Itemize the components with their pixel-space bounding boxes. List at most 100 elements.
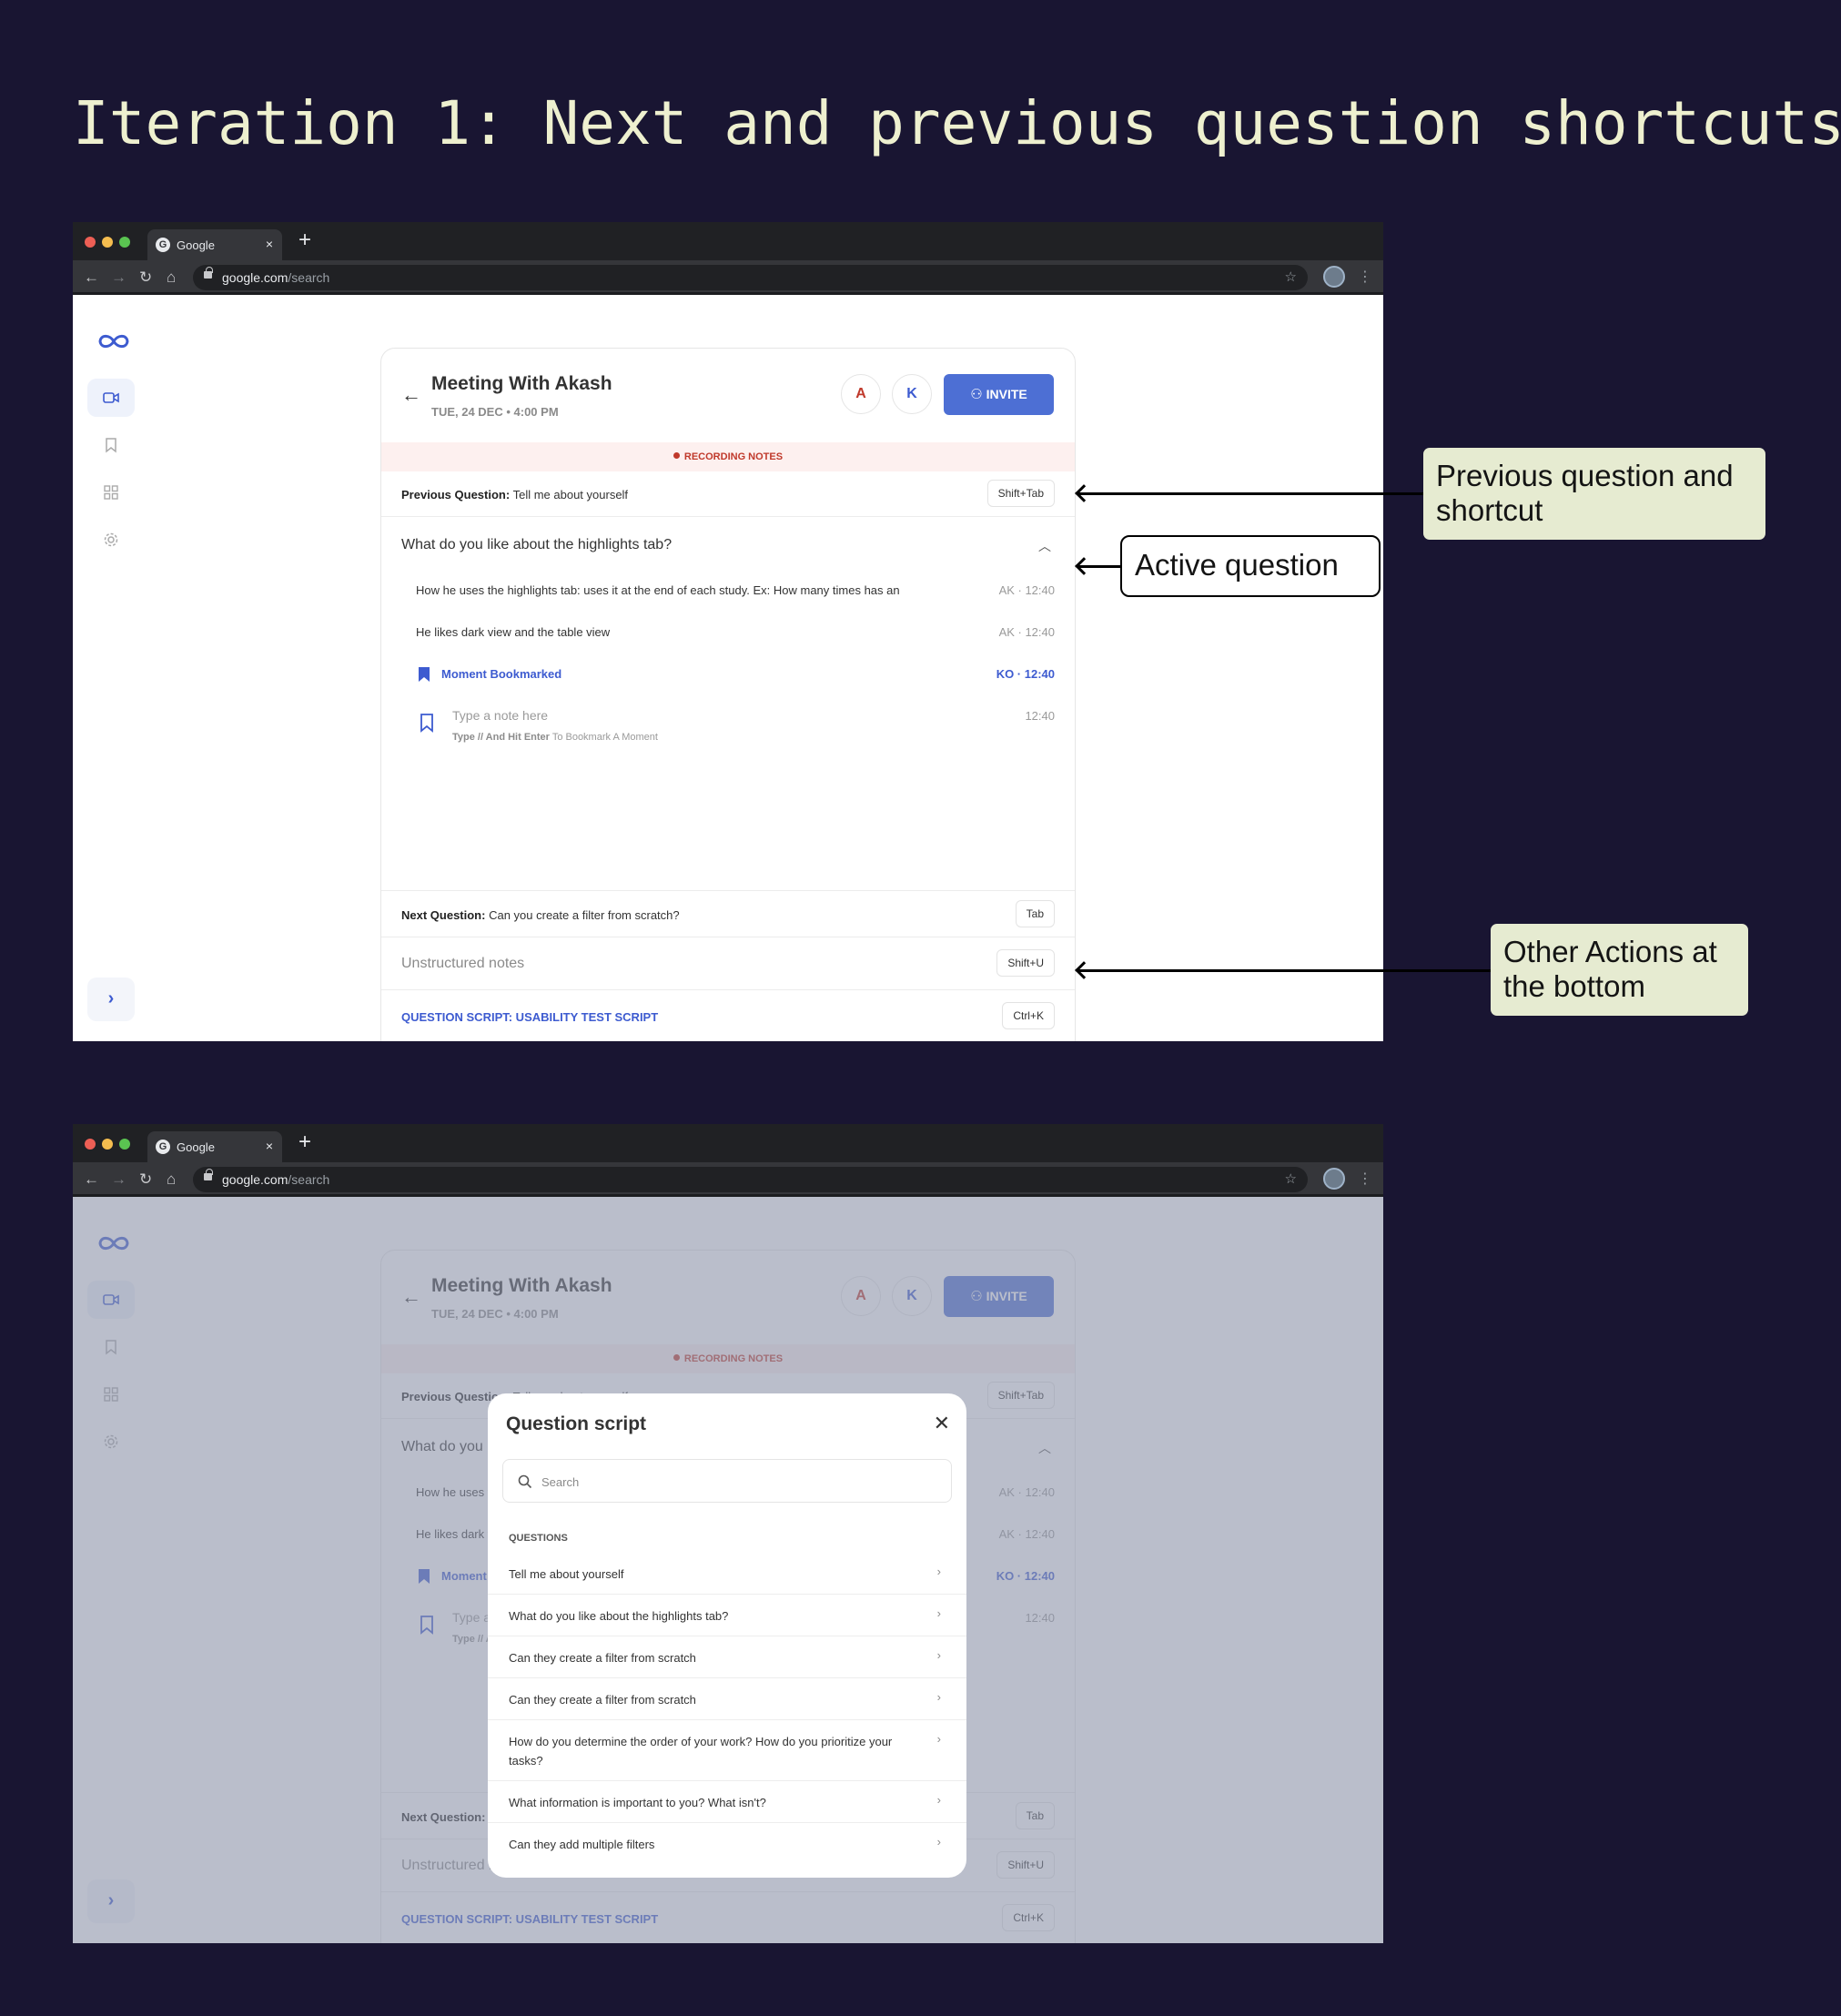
tab-label: Google [177,238,215,252]
unstructured-notes-label: Unstructured notes [401,956,525,971]
previous-shortcut-badge: Shift+Tab [986,480,1055,507]
previous-annotation-arrow [1077,492,1423,495]
chevron-right-icon: › [936,1793,941,1807]
chevron-right-icon: › [107,988,115,1008]
chevron-right-icon: › [936,1648,941,1662]
active-question-callout: Active question [1120,535,1381,597]
question-list-item[interactable]: Can they create a filter from scratch › [488,1678,966,1720]
video-icon [103,392,119,403]
back-icon[interactable]: ← [84,268,99,288]
moment-bookmarked[interactable]: Moment Bookmarked [441,667,561,681]
next-question-row[interactable]: Next Question: Can you create a filter f… [381,890,1075,937]
modal-backdrop[interactable]: Question script ✕ QUESTIONS Tell me abou… [73,1197,1383,1943]
address-bar[interactable]: google.com/search ☆ [193,265,1308,290]
note-item[interactable]: How he uses the highlights tab: uses it … [416,583,900,597]
reload-icon[interactable]: ↻ [139,268,152,288]
note-timestamp: AK · 12:40 [998,583,1055,597]
close-window-dot[interactable] [85,237,96,248]
lock-icon [204,1169,213,1180]
back-icon[interactable]: ← [84,1170,99,1190]
search-input[interactable] [541,1469,924,1494]
active-question[interactable]: What do you like about the highlights ta… [401,537,672,553]
question-script-modal: Question script ✕ QUESTIONS Tell me abou… [488,1393,966,1878]
home-icon[interactable]: ⌂ [167,268,176,288]
participant-avatar-a[interactable]: A [841,374,881,414]
back-arrow-icon[interactable]: ← [401,383,421,407]
participant-avatar-k[interactable]: K [892,374,932,414]
recording-banner: RECORDING NOTES [381,442,1075,471]
bookmark-outline-icon[interactable] [420,713,434,733]
close-window-dot[interactable] [85,1139,96,1150]
page-title: Iteration 1: Next and previous question … [73,88,1841,158]
add-user-icon: ⚇ [970,387,983,402]
collapse-chevron-icon[interactable]: ︿ [1038,537,1051,555]
bookmark-star-icon[interactable]: ☆ [1285,1170,1297,1187]
search-icon [518,1474,532,1489]
bookmark-hint: Type // And Hit Enter To Bookmark A Mome… [452,732,658,743]
forward-icon[interactable]: → [111,268,126,288]
url-text: google.com/search [222,1172,330,1187]
previous-question-row[interactable]: Previous Question: Tell me about yoursel… [381,471,1075,517]
question-list-item[interactable]: What information is important to you? Wh… [488,1781,966,1823]
app-area: › ← Meeting With Akash TUE, 24 DEC • 4:0… [73,295,1383,1041]
chevron-right-icon: › [936,1565,941,1578]
address-bar[interactable]: google.com/search ☆ [193,1167,1308,1192]
close-icon[interactable]: ✕ [934,1412,950,1435]
sidebar-item-meetings[interactable] [87,379,135,417]
expand-sidebar-button[interactable]: › [87,978,135,1021]
chevron-right-icon: › [936,1606,941,1620]
profile-avatar[interactable] [1323,1168,1345,1190]
question-list-item[interactable]: What do you like about the highlights ta… [488,1595,966,1636]
close-tab-icon[interactable]: × [266,1139,273,1153]
search-field[interactable] [502,1459,952,1503]
note-item[interactable]: He likes dark view and the table view [416,625,610,639]
url-text: google.com/search [222,270,330,285]
invite-button[interactable]: ⚇INVITE [944,374,1054,415]
google-favicon-icon: G [156,238,170,252]
question-list-item[interactable]: Can they create a filter from scratch › [488,1636,966,1678]
browser-menu-icon[interactable]: ⋮ [1358,1170,1372,1188]
question-script-link[interactable]: QUESTION SCRIPT: USABILITY TEST SCRIPT [401,1010,658,1024]
profile-avatar[interactable] [1323,266,1345,288]
sidebar-item-grid[interactable] [87,473,135,512]
maximize-window-dot[interactable] [119,237,130,248]
next-shortcut-badge: Tab [1015,900,1055,927]
new-tab-icon[interactable]: + [298,1130,311,1155]
sidebar-item-bookmarks[interactable] [87,426,135,464]
browser-menu-icon[interactable]: ⋮ [1358,268,1372,286]
meeting-card: ← Meeting With Akash TUE, 24 DEC • 4:00 … [380,348,1076,1041]
other-annotation-arrow [1077,969,1491,972]
chevron-right-icon: › [936,1835,941,1849]
chevron-right-icon: › [936,1690,941,1704]
browser-tab[interactable]: G Google × [147,229,282,260]
close-tab-icon[interactable]: × [266,237,273,251]
browser-window-1: G Google × + ← → ↻ ⌂ google.com/search ☆… [73,222,1383,1041]
sidebar-item-settings[interactable] [87,521,135,559]
question-list-item[interactable]: Can they add multiple filters › [488,1823,966,1865]
browser-tabbar: G Google × + [73,222,1383,260]
questions-section-label: QUESTIONS [509,1533,568,1544]
question-list-item[interactable]: How do you determine the order of your w… [488,1720,966,1781]
other-actions-callout: Other Actions at the bottom [1491,924,1748,1016]
reload-icon[interactable]: ↻ [139,1170,152,1190]
question-list-item[interactable]: Tell me about yourself › [488,1553,966,1595]
previous-question-text: Tell me about yourself [512,488,629,501]
browser-tab[interactable]: G Google × [147,1131,282,1162]
recording-dot-icon [673,452,680,459]
chevron-right-icon: › [936,1732,941,1746]
browser-toolbar: ← → ↻ ⌂ google.com/search ☆ ⋮ [73,260,1383,295]
grid-icon [104,485,118,500]
bookmark-star-icon[interactable]: ☆ [1285,268,1297,285]
minimize-window-dot[interactable] [102,1139,113,1150]
maximize-window-dot[interactable] [119,1139,130,1150]
forward-icon[interactable]: → [111,1170,126,1190]
minimize-window-dot[interactable] [102,237,113,248]
question-script-row[interactable]: QUESTION SCRIPT: USABILITY TEST SCRIPT C… [381,990,1075,1041]
new-tab-icon[interactable]: + [298,228,311,253]
unstructured-notes-row[interactable]: Unstructured notes Shift+U [381,937,1075,990]
bookmark-filled-icon [419,667,430,682]
note-input[interactable]: Type a note here [452,708,548,723]
home-icon[interactable]: ⌂ [167,1170,176,1190]
infinity-logo-icon[interactable] [96,331,132,351]
next-question-text: Can you create a filter from scratch? [489,908,680,922]
